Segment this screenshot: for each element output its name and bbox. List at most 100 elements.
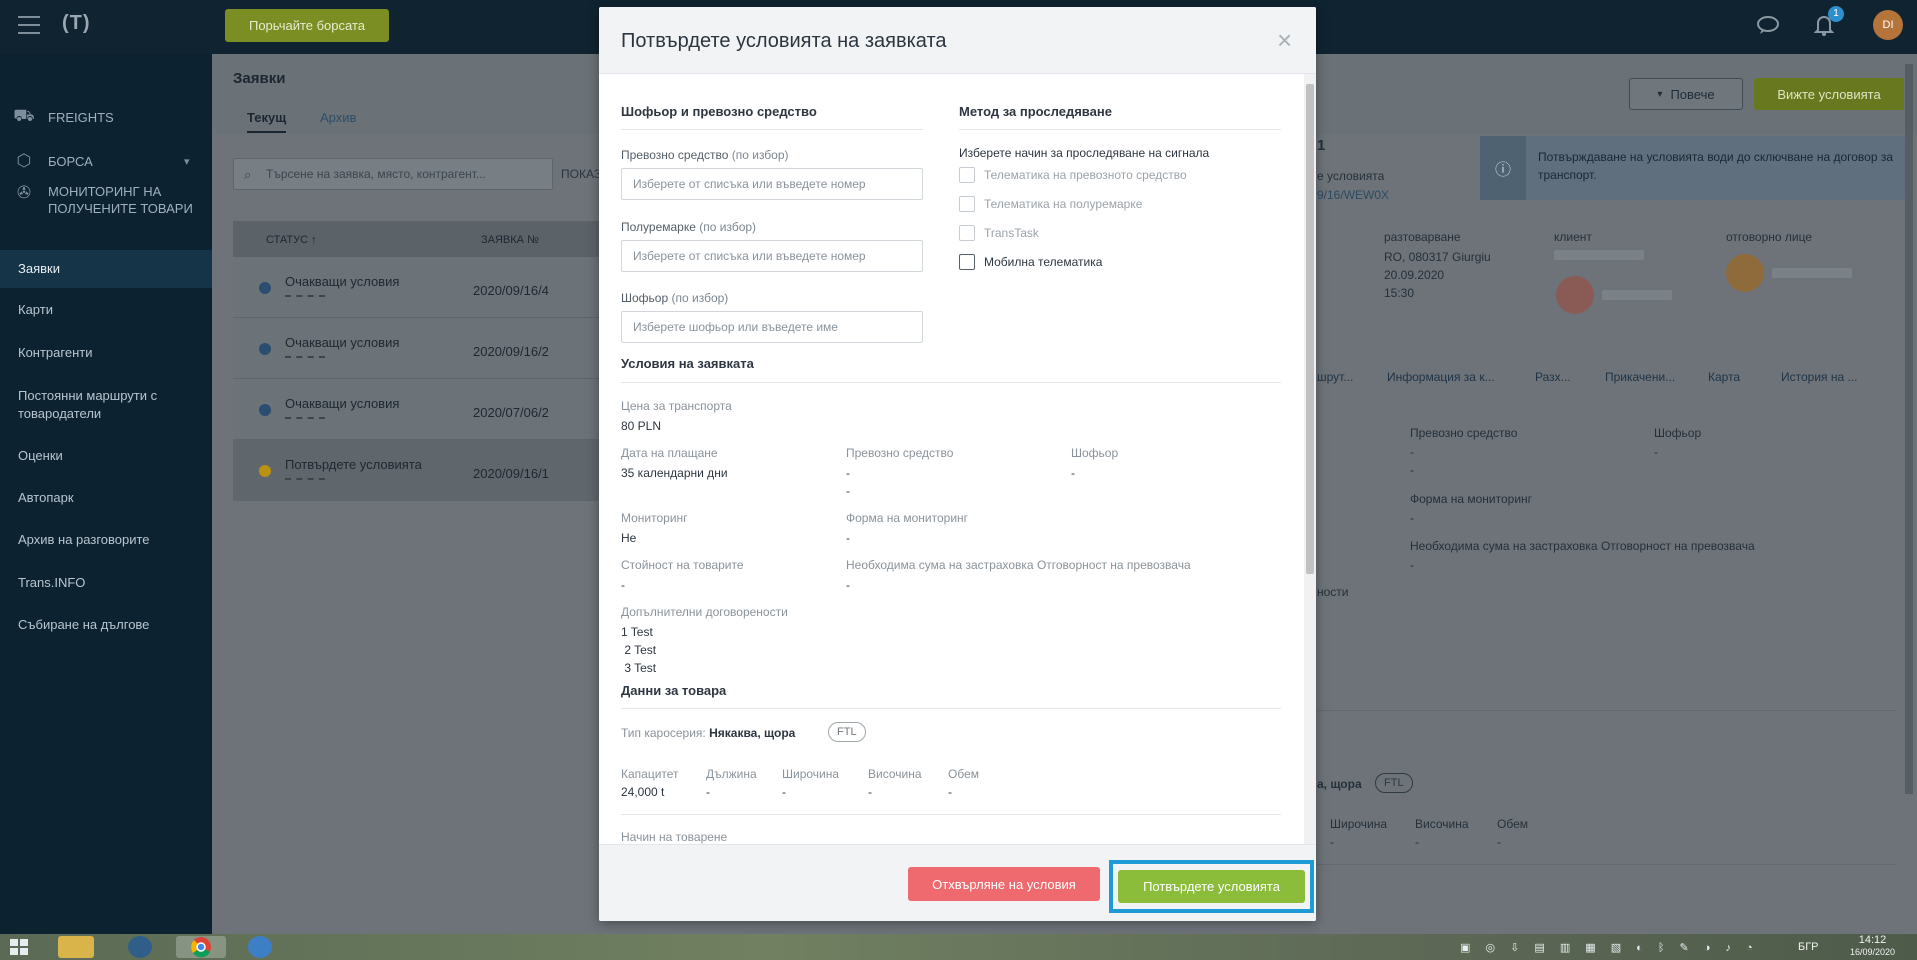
detail-ref[interactable]: 9/16/WEW0X	[1317, 188, 1389, 202]
detail-tab-info[interactable]: Информация за к...	[1387, 370, 1495, 384]
thunderbird-icon[interactable]	[248, 936, 272, 958]
monitoring-label: Мониторинг	[621, 511, 688, 525]
driver-label: Шофьор (по избор)	[621, 291, 729, 305]
progress-dashes	[285, 295, 325, 297]
windows-start-icon[interactable]	[10, 939, 28, 958]
client-header: клиент	[1554, 230, 1592, 244]
sidebar-item-freights[interactable]: ⛟ FREIGHTS	[0, 97, 212, 137]
row-status: Очакващи условия	[285, 396, 400, 411]
sidebar-item-maps[interactable]: Карти	[0, 301, 212, 319]
extra-agreements-label: Допълнителни договорености	[621, 605, 788, 619]
length-label: Дължина	[706, 767, 757, 781]
sidebar-item-debt-collection[interactable]: Събиране на дългове	[0, 616, 212, 634]
detail-tab-attachments[interactable]: Прикачени...	[1605, 370, 1675, 384]
modal-scrollbar-thumb[interactable]	[1306, 84, 1314, 574]
user-avatar[interactable]: DI	[1873, 10, 1903, 40]
checkbox[interactable]	[959, 225, 975, 241]
checkbox-transtask[interactable]: TransTask	[959, 225, 1039, 241]
trailer-input[interactable]: Изберете от списъка или въведете номер	[621, 240, 923, 272]
sidebar-item-fleet[interactable]: Автопарк	[0, 489, 212, 507]
notification-badge: 1	[1828, 6, 1844, 22]
checkbox-mobile-telematics[interactable]: Мобилна телематика	[959, 254, 1102, 270]
sidebar-item-label: FREIGHTS	[48, 109, 114, 125]
clock-icon	[259, 343, 271, 355]
bg-dim-label: Широчина	[1330, 817, 1388, 831]
unloading-date: 20.09.2020	[1384, 268, 1445, 282]
driver2-label: Шофьор	[1071, 446, 1119, 460]
vehicle-label: Превозно средство (по избор)	[621, 148, 789, 162]
divider	[621, 708, 1281, 709]
bg-dim-label: Височина	[1415, 817, 1469, 831]
bg-nosti: ности	[1317, 585, 1349, 599]
table-row[interactable]: Потвърдете условията 2020/09/16/1	[233, 440, 633, 501]
language-indicator[interactable]: БГР	[1798, 941, 1819, 953]
vehicle-input[interactable]: Изберете от списъка или въведете номер	[621, 168, 923, 200]
detail-tab-history[interactable]: История на ...	[1781, 370, 1858, 384]
chrome-icon[interactable]	[176, 936, 226, 958]
info-box: ⓘ Потвърждаване на условията води до скл…	[1480, 136, 1905, 200]
confirm-conditions-modal: Потвърдете условията на заявката × Шофьо…	[599, 7, 1316, 921]
divider	[621, 382, 1281, 383]
chat-icon[interactable]	[1756, 14, 1780, 42]
bg-value: -	[1410, 511, 1414, 525]
page-scrollbar[interactable]	[1905, 64, 1913, 794]
checkbox-vehicle-telematics[interactable]: Телематика на превозното средство	[959, 167, 1187, 183]
table-row[interactable]: Очакващи условия 2020/07/06/2	[233, 379, 633, 440]
confirm-conditions-button[interactable]: Потвърдете условията	[1118, 870, 1305, 903]
tab-archive[interactable]: Архив	[320, 110, 356, 125]
sidebar-item-orders[interactable]: Заявки	[0, 250, 212, 288]
menu-icon[interactable]	[18, 16, 40, 34]
table-row[interactable]: Очакващи условия 2020/09/16/4	[233, 257, 633, 318]
detail-tab-route[interactable]: шрут...	[1317, 370, 1353, 384]
responsible-header: отговорно лице	[1726, 230, 1813, 244]
checkbox-trailer-telematics[interactable]: Телематика на полуремарке	[959, 196, 1142, 212]
trans-app-icon[interactable]	[128, 936, 152, 958]
price-label: Цена за транспорта	[621, 399, 732, 413]
buy-exchange-button[interactable]: Порьчайте борсата	[225, 9, 389, 42]
driver-input[interactable]: Изберете шофьор или въведете име	[621, 311, 923, 343]
divider	[621, 814, 1281, 815]
client-name-blurred	[1554, 250, 1644, 260]
tab-current[interactable]: Текущ	[247, 110, 287, 133]
progress-dashes	[285, 417, 325, 419]
divider	[621, 129, 923, 130]
system-tray-icons[interactable]: ▣ ◎ ⇩ ▤ ▥ ▦ ▧ ◐ ᛒ ✎ ◑ ♪ ◔	[1460, 941, 1785, 955]
row-status: Потвърдете условията	[285, 457, 422, 472]
file-explorer-icon[interactable]	[58, 936, 94, 958]
bg-vehicle-label: Превозно средство	[1410, 426, 1518, 440]
show-label[interactable]: ПОКАЗ	[561, 167, 601, 181]
bg-value: -	[1410, 558, 1414, 572]
checkbox-label: Мобилна телематика	[984, 255, 1103, 269]
reject-conditions-button[interactable]: Отхвърляне на условия	[908, 867, 1100, 901]
close-icon[interactable]: ×	[1277, 25, 1292, 56]
column-number[interactable]: ЗАЯВКА №	[481, 234, 539, 246]
more-button[interactable]: ▾ Повече	[1629, 78, 1743, 110]
bg-value: -	[1330, 835, 1334, 849]
sidebar-item-transinfo[interactable]: Trans.INFO	[0, 574, 212, 592]
column-status[interactable]: СТАТУС ↑	[266, 234, 317, 246]
view-conditions-button[interactable]: Вижте условията	[1754, 78, 1904, 110]
checkbox[interactable]	[959, 167, 975, 183]
volume-label: Обем	[948, 767, 979, 781]
goods-value-label: Стойност на товарите	[621, 558, 744, 572]
clock-time: 14:12	[1858, 934, 1887, 946]
sidebar-item-monitoring[interactable]: ✇ МОНИТОРИНГ НА ПОЛУЧЕНИТЕ ТОВАРИ	[0, 175, 212, 227]
sidebar-item-ratings[interactable]: Оценки	[0, 447, 212, 465]
sidebar-item-contractors[interactable]: Контрагенти	[0, 344, 212, 362]
checkbox[interactable]	[959, 196, 975, 212]
taskbar-clock[interactable]: 14:12 16/09/2020	[1850, 934, 1895, 958]
detail-tab-map[interactable]: Карта	[1708, 370, 1740, 384]
checkbox[interactable]	[959, 254, 975, 270]
info-icon: ⓘ	[1480, 136, 1526, 200]
detail-tab-costs[interactable]: Разх...	[1535, 370, 1571, 384]
bg-form-label: Форма на мониторинг	[1410, 492, 1533, 506]
sidebar-item-chat-archive[interactable]: Архив на разговорите	[0, 531, 212, 549]
sidebar-item-routes[interactable]: Постоянни маршрути с товародатели	[0, 387, 180, 423]
table-row[interactable]: Очакващи условия 2020/09/16/2	[233, 318, 633, 379]
monitoring-value: Не	[621, 531, 637, 545]
bg-value: -	[1654, 445, 1658, 459]
length-value: -	[706, 785, 710, 799]
bg-value: -	[1410, 445, 1414, 459]
detail-id: 1	[1317, 137, 1326, 154]
search-input[interactable]: Търсене на заявка, място, контрагент...	[233, 158, 553, 190]
